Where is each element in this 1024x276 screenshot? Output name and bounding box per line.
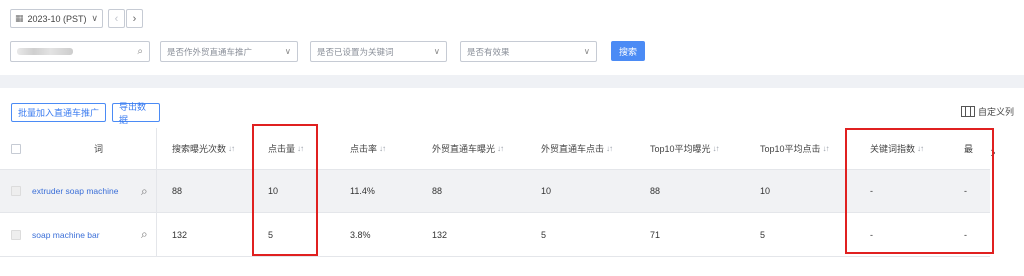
row-checkbox[interactable] bbox=[11, 170, 21, 212]
header-word: 词 bbox=[94, 144, 104, 154]
row-checkbox[interactable] bbox=[11, 213, 21, 256]
header-p4p-clicks[interactable]: 外贸直通车点击 ↓↑ bbox=[541, 128, 613, 169]
export-data-button[interactable]: 导出数据 bbox=[112, 102, 160, 125]
sort-icon: ↓↑ bbox=[228, 144, 235, 153]
overseas-promo-select[interactable]: 是否作外贸直通车推广 ∨ bbox=[160, 41, 298, 62]
chevron-left-icon: ‹ bbox=[114, 12, 119, 25]
batch-add-p4p-button[interactable]: 批量加入直通车推广 bbox=[11, 103, 106, 122]
column-divider bbox=[156, 128, 157, 257]
table-header: 词 搜索曝光次数 ↓↑ 点击量 ↓↑ 点击率 ↓↑ 外贸直通车曝光 ↓↑ 外贸直通车点击… bbox=[0, 128, 990, 170]
top10-clicks-value: 5 bbox=[760, 229, 766, 240]
table-row: extruder soap machine ⌕ 88 10 11.4% 88 1… bbox=[0, 170, 990, 213]
sort-icon: ↓↑ bbox=[712, 144, 720, 153]
calendar-icon: ▦ bbox=[15, 13, 24, 23]
header-impressions[interactable]: 搜索曝光次数 ↓↑ bbox=[172, 128, 235, 169]
effective-label: 是否有效果 bbox=[467, 46, 510, 57]
prev-month-button[interactable]: ‹ bbox=[108, 9, 125, 28]
ctr-value: 11.4% bbox=[350, 186, 375, 196]
next-month-button[interactable]: › bbox=[126, 9, 143, 28]
custom-columns-label: 自定义列 bbox=[978, 107, 1015, 117]
impressions-value: 88 bbox=[172, 186, 183, 196]
effective-select[interactable]: 是否有效果 ∨ bbox=[460, 41, 597, 62]
sort-icon: ↓↑ bbox=[606, 144, 613, 153]
highlight-box-keyword-index bbox=[845, 128, 994, 254]
overseas-promo-label: 是否作外贸直通车推广 bbox=[167, 46, 253, 57]
p4p-clicks-value: 5 bbox=[541, 229, 547, 240]
sort-icon: ↓↑ bbox=[497, 144, 504, 153]
ctr-value: 3.8% bbox=[350, 229, 371, 240]
redacted-value bbox=[17, 48, 73, 55]
columns-icon bbox=[961, 106, 975, 117]
search-button[interactable]: 搜索 bbox=[611, 41, 645, 61]
keyword-search-input[interactable]: ⌕ bbox=[10, 41, 150, 62]
section-divider bbox=[0, 75, 1024, 88]
top10-clicks-value: 10 bbox=[760, 186, 771, 196]
chevron-down-icon: ∨ bbox=[433, 46, 440, 56]
search-icon[interactable]: ⌕ bbox=[141, 213, 148, 256]
sort-icon: ↓↑ bbox=[822, 144, 830, 153]
chevron-down-icon: ∨ bbox=[284, 46, 291, 56]
search-icon: ⌕ bbox=[137, 46, 143, 57]
table-row: soap machine bar ⌕ 132 5 3.8% 132 5 71 5… bbox=[0, 213, 990, 257]
keyword-link[interactable]: soap machine bar bbox=[32, 213, 100, 256]
header-p4p-impressions[interactable]: 外贸直通车曝光 ↓↑ bbox=[432, 128, 504, 169]
highlight-box-clicks bbox=[252, 124, 318, 256]
keyword-set-label: 是否已设置为关键词 bbox=[317, 46, 394, 57]
header-ctr[interactable]: 点击率 ↓↑ bbox=[350, 128, 386, 169]
sort-icon: ↓↑ bbox=[379, 144, 386, 153]
header-top10-clicks[interactable]: Top10平均点击 ↓↑ bbox=[760, 128, 830, 169]
chevron-down-icon: ∨ bbox=[91, 13, 98, 23]
header-top10-impressions[interactable]: Top10平均曝光 ↓↑ bbox=[650, 128, 720, 169]
impressions-value: 132 bbox=[172, 229, 188, 240]
p4p-impressions-value: 88 bbox=[432, 186, 443, 196]
keyword-set-select[interactable]: 是否已设置为关键词 ∨ bbox=[310, 41, 447, 62]
chevron-down-icon: ∨ bbox=[583, 46, 590, 56]
select-all-checkbox[interactable] bbox=[11, 128, 21, 169]
custom-columns-button[interactable]: 自定义列 bbox=[961, 105, 1014, 118]
top10-impressions-value: 88 bbox=[650, 186, 661, 196]
keyword-link[interactable]: extruder soap machine bbox=[32, 170, 118, 212]
top10-impressions-value: 71 bbox=[650, 229, 661, 240]
month-label: 2023-10 (PST) bbox=[27, 13, 87, 24]
p4p-impressions-value: 132 bbox=[432, 229, 448, 240]
month-selector[interactable]: ▦ 2023-10 (PST) ∨ bbox=[10, 9, 103, 28]
chevron-right-icon: › bbox=[132, 12, 137, 25]
search-icon[interactable]: ⌕ bbox=[141, 170, 148, 212]
p4p-clicks-value: 10 bbox=[541, 186, 552, 196]
